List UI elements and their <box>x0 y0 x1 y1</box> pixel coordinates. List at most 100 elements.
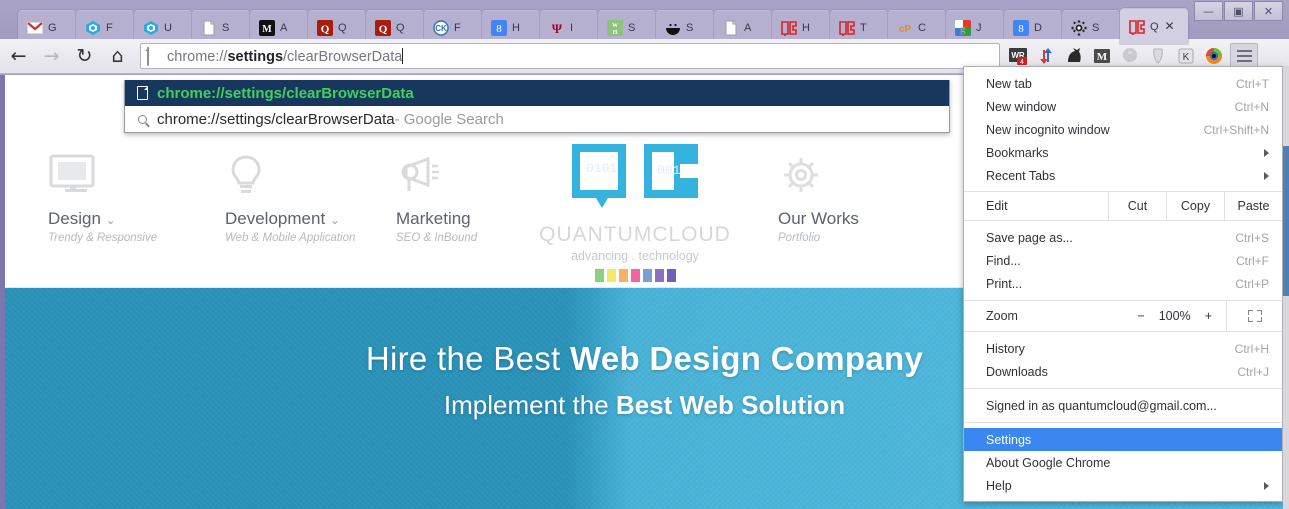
menu-item-history[interactable]: History Ctrl+H <box>964 337 1282 360</box>
google-multi-icon: g <box>955 19 971 36</box>
service-marketing[interactable]: Marketing SEO & InBound <box>396 153 477 244</box>
text-caret <box>402 47 404 64</box>
tab-title: Q <box>338 21 347 34</box>
fullscreen-button[interactable] <box>1226 301 1282 331</box>
tab-title: S <box>686 21 694 34</box>
svg-text:8: 8 <box>1018 23 1024 35</box>
menu-item-label: Find... <box>986 253 1021 268</box>
omnibox-suggestion-search[interactable]: chrome://settings/clearBrowserData - Goo… <box>125 106 949 132</box>
omnibox-suggestion-url[interactable]: chrome://settings/clearBrowserData <box>125 80 949 106</box>
zoom-row: Zoom − 100% + <box>964 300 1282 332</box>
wr-badge-count: 4 <box>1020 59 1024 66</box>
brand-name: QUANTUMCLOUD <box>539 223 731 246</box>
document-icon <box>201 20 217 36</box>
google-blue-icon: 8 <box>491 19 507 36</box>
reload-button[interactable]: ↻ <box>70 42 99 71</box>
zoom-in-button[interactable]: + <box>1205 309 1212 323</box>
service-title: Design ⌄ <box>48 209 116 228</box>
menu-item-label: Recent Tabs <box>986 168 1056 183</box>
service-subtitle: Portfolio <box>778 232 821 244</box>
menu-item-downloads[interactable]: Downloads Ctrl+J <box>964 360 1282 383</box>
service-development[interactable]: Development ⌄ Web & Mobile Application <box>225 153 355 244</box>
svg-text:001: 001 <box>657 163 681 178</box>
menu-item-about-google-chrome[interactable]: About Google Chrome <box>964 451 1282 474</box>
menu-divider <box>964 388 1282 389</box>
menu-item-new-window[interactable]: New window Ctrl+N <box>964 95 1282 118</box>
menu-item-label: About Google Chrome <box>986 455 1111 470</box>
site-logo-block[interactable]: 0101 001 QUANTUMCLOUD advancing . techno… <box>510 138 760 282</box>
svg-text:8: 8 <box>496 23 502 35</box>
service-title: Our Works <box>778 209 859 228</box>
svg-text:g: g <box>960 23 966 35</box>
color-bar <box>654 269 664 282</box>
menu-scrollbar-thumb[interactable] <box>1283 146 1289 296</box>
tab-active[interactable]: Q ✕ <box>1120 8 1188 44</box>
menu-scrollbar[interactable] <box>1283 66 1289 509</box>
gmail-icon <box>27 20 43 36</box>
cube-icon <box>143 20 159 36</box>
restore-button[interactable]: ▣ <box>1224 1 1253 21</box>
tab-title: A <box>744 21 752 34</box>
menu-item-bookmarks[interactable]: Bookmarks <box>964 141 1282 164</box>
monitor-icon <box>48 153 157 203</box>
address-bar[interactable]: chrome://settings/clearBrowserData <box>140 43 1000 69</box>
m-black-icon: M <box>259 19 275 36</box>
menu-item-label: Settings <box>986 432 1032 447</box>
menu-item-signed-in-as-quantumcloud-gmail-com[interactable]: Signed in as quantumcloud@gmail.com... <box>964 394 1282 417</box>
menu-item-shortcut: Ctrl+T <box>1236 76 1269 91</box>
svg-text:Q: Q <box>379 23 388 35</box>
tab-title: S <box>628 21 636 34</box>
back-button[interactable]: ← <box>4 42 33 71</box>
minimize-button[interactable]: — <box>1194 1 1223 21</box>
menu-item-label: History <box>986 341 1025 356</box>
menu-item-help[interactable]: Help <box>964 474 1282 497</box>
menu-divider <box>964 422 1282 423</box>
forward-button[interactable]: → <box>37 42 66 71</box>
menu-item-new-incognito-window[interactable]: New incognito window Ctrl+Shift+N <box>964 118 1282 141</box>
smiley-icon <box>665 20 681 36</box>
svg-text:Q: Q <box>321 23 330 35</box>
service-our-works[interactable]: Our Works Portfolio <box>778 153 859 244</box>
menu-item-settings[interactable]: Settings <box>964 428 1282 451</box>
ck-icon: CK <box>433 19 449 36</box>
menu-item-label: Downloads <box>986 364 1048 379</box>
menu-item-label: Bookmarks <box>986 145 1049 160</box>
home-button[interactable]: ⌂ <box>103 42 132 71</box>
menu-item-print[interactable]: Print... Ctrl+P <box>964 272 1282 295</box>
document-icon <box>134 85 150 101</box>
zoom-out-button[interactable]: − <box>1137 309 1144 323</box>
service-subtitle: SEO & InBound <box>396 232 478 244</box>
edit-label: Edit <box>986 199 1008 213</box>
tab-title: U <box>164 21 172 34</box>
menu-item-save-page-as[interactable]: Save page as... Ctrl+S <box>964 226 1282 249</box>
tab-title: F <box>454 21 461 34</box>
tab-title: I <box>570 21 574 34</box>
cut-button[interactable]: Cut <box>1108 192 1166 220</box>
omnibox-suggestions: chrome://settings/clearBrowserData chrom… <box>124 80 950 133</box>
menu-item-new-tab[interactable]: New tab Ctrl+T <box>964 72 1282 95</box>
copy-button[interactable]: Copy <box>1166 192 1224 220</box>
q-red-icon: Q <box>317 19 333 36</box>
menu-item-find[interactable]: Find... Ctrl+F <box>964 249 1282 272</box>
zoom-level: 100% <box>1158 309 1191 323</box>
menu-item-shortcut: Ctrl+P <box>1235 276 1269 291</box>
close-window-button[interactable]: ✕ <box>1254 1 1283 21</box>
url-path: /clearBrowserData <box>283 48 403 65</box>
qc-red-icon <box>839 20 855 36</box>
service-design[interactable]: Design ⌄ Trendy & Responsive <box>48 153 157 244</box>
menu-item-recent-tabs[interactable]: Recent Tabs <box>964 164 1282 187</box>
qc-red-icon <box>1129 19 1145 35</box>
chevron-down-icon: ⌄ <box>105 213 116 227</box>
megaphone-icon <box>396 153 477 203</box>
close-tab-icon[interactable]: ✕ <box>1163 19 1177 34</box>
svg-text:Ψ: Ψ <box>552 21 563 36</box>
suggestion-text: chrome://settings/clearBrowserData <box>157 110 395 128</box>
zoom-label: Zoom <box>986 309 1018 323</box>
paste-button[interactable]: Paste <box>1224 192 1282 220</box>
svg-text:0101: 0101 <box>586 161 617 176</box>
tab-title: S <box>222 21 230 34</box>
suggestion-suffix: - Google Search <box>394 110 504 128</box>
tab-title: H <box>512 21 520 34</box>
color-bar <box>666 269 676 282</box>
bulb-icon <box>225 153 355 203</box>
